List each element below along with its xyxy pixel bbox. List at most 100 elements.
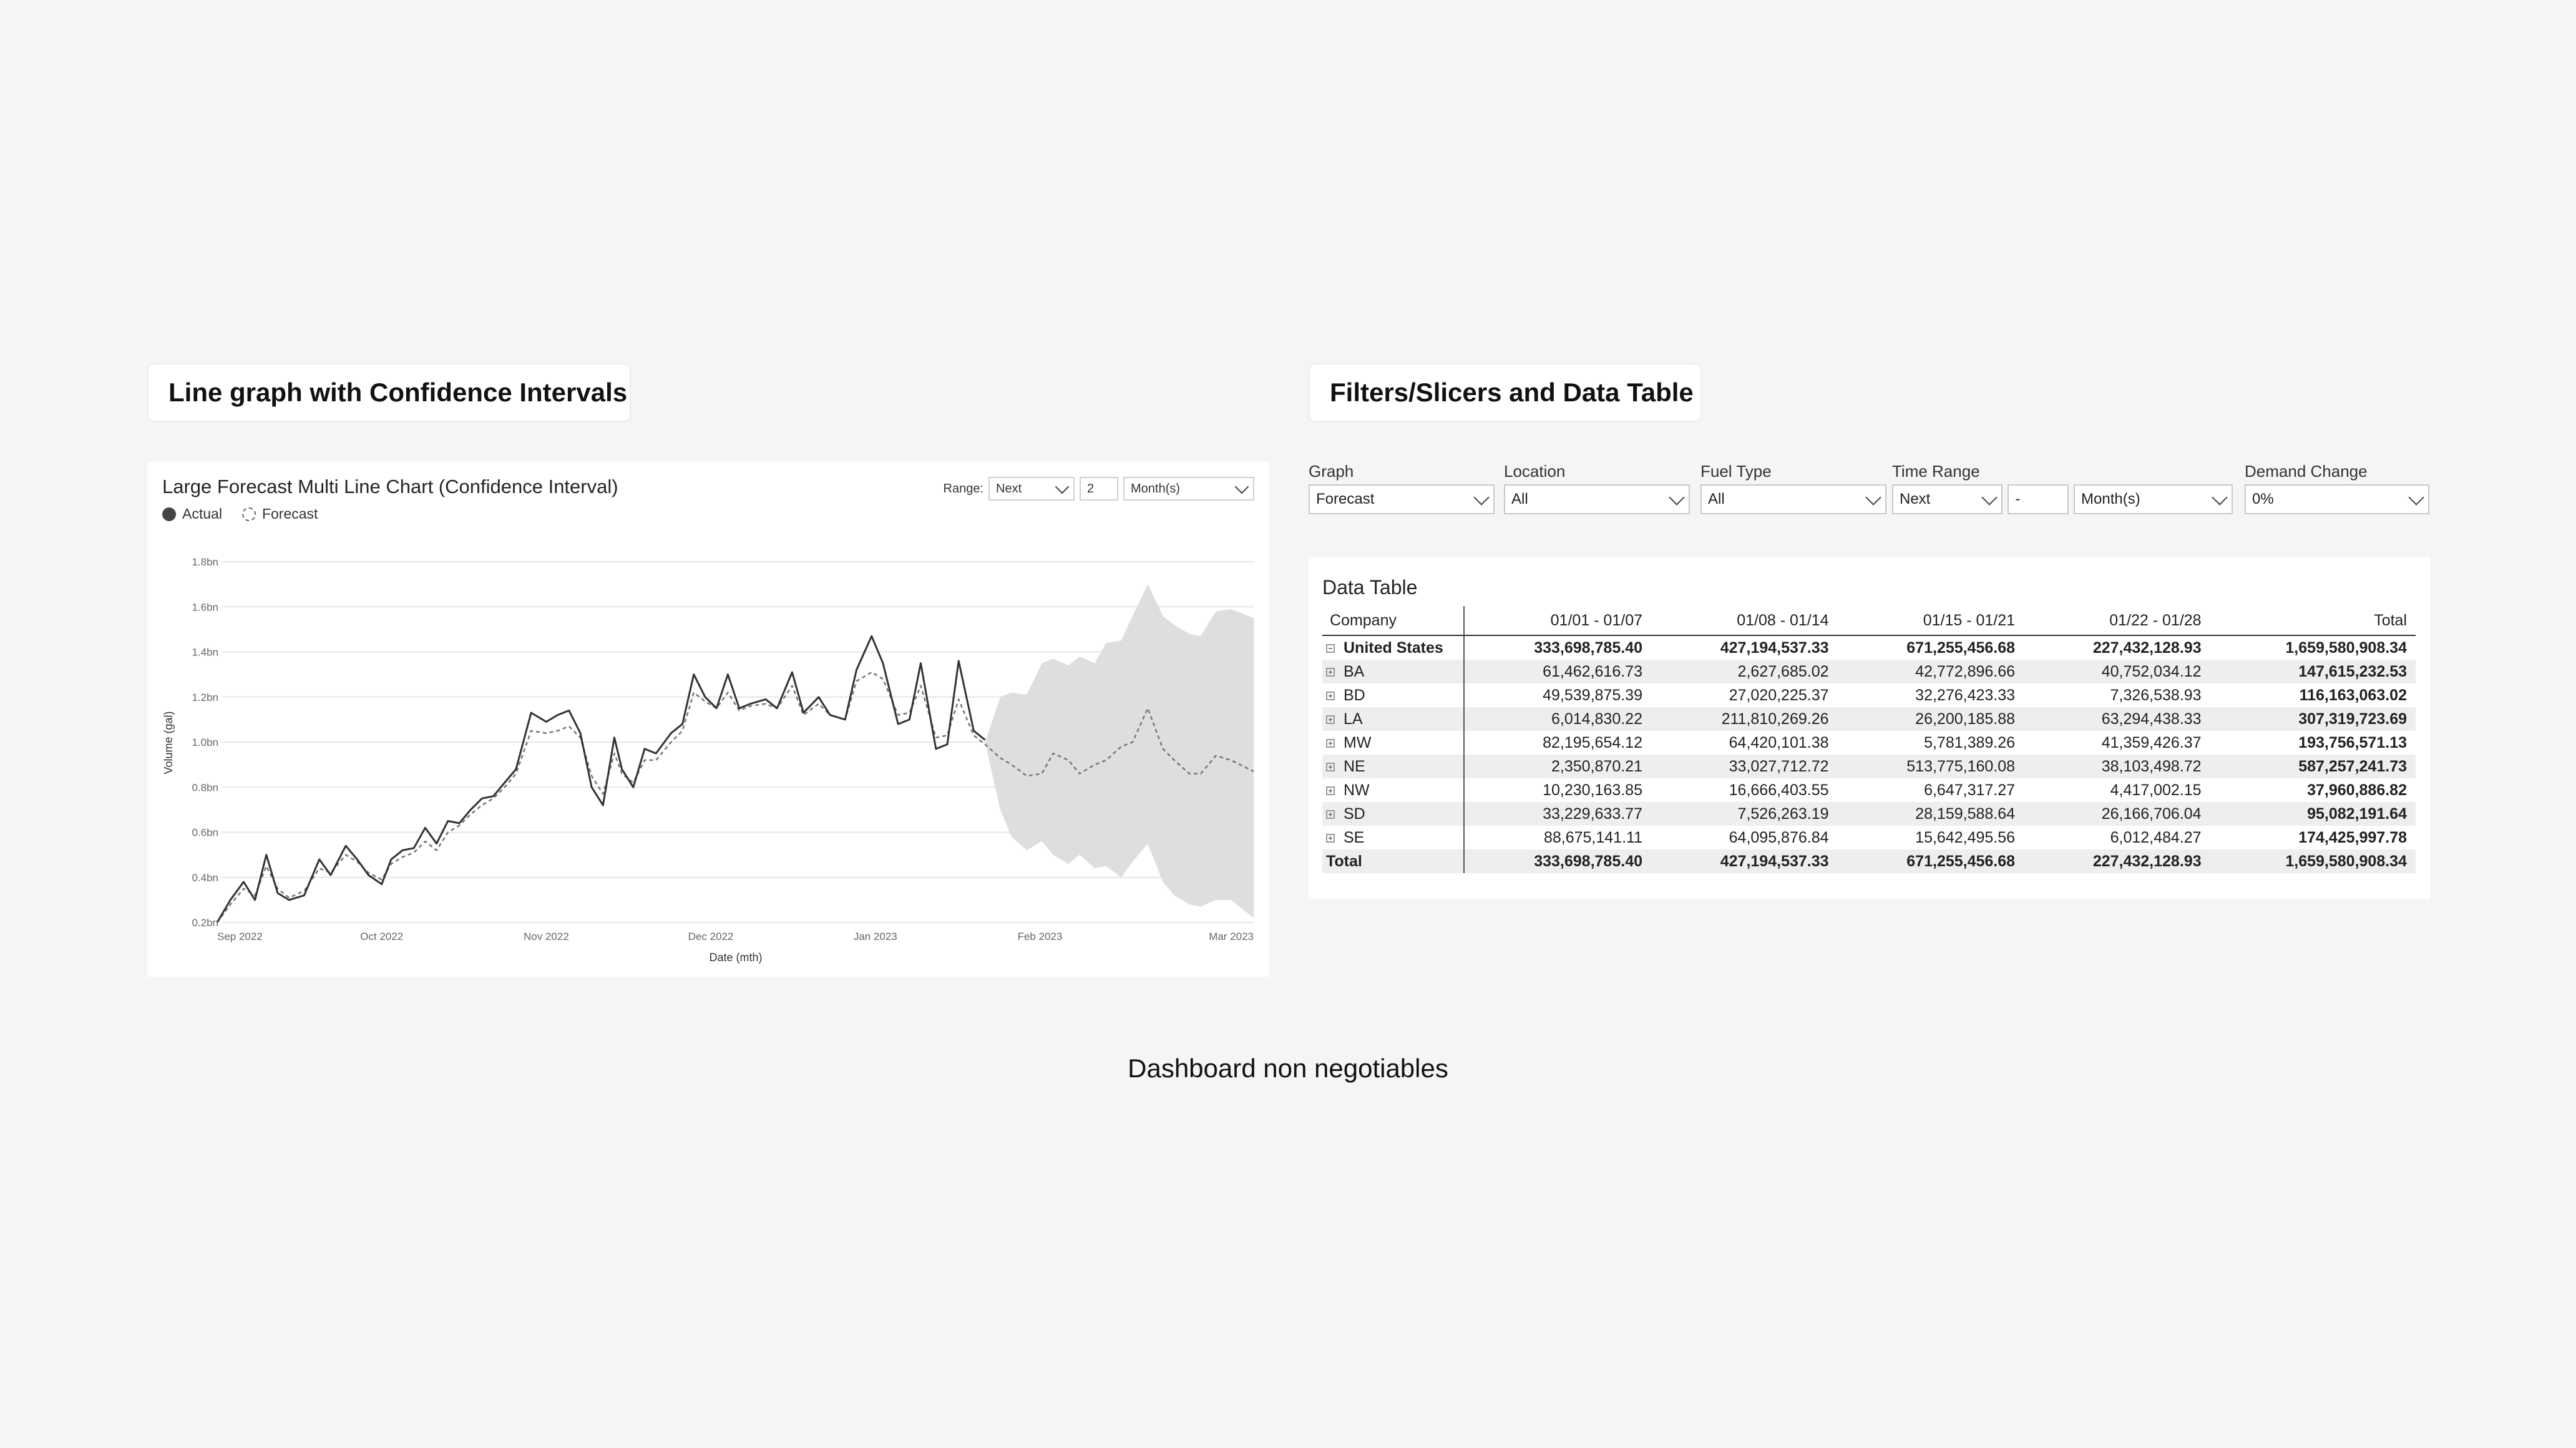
demand-change-dropdown[interactable]: 0%	[2245, 484, 2429, 514]
row-company-name: BD	[1344, 686, 1365, 704]
row-company-name: United States	[1344, 638, 1443, 657]
x-tick-label: Oct 2022	[360, 931, 403, 942]
table-row: MW 82,195,654.12 64,420,101.38 5,781,389…	[1322, 731, 2416, 755]
table-total-row: Total 333,698,785.40 427,194,537.33 671,…	[1322, 849, 2416, 873]
row-company-cell: BD	[1322, 683, 1465, 707]
series-line-actual	[216, 635, 986, 923]
range-count-input[interactable]: 2	[1080, 477, 1118, 501]
data-table-panel: Data Table Company 01/01 - 01/07 01/08 -…	[1309, 557, 2430, 899]
collapse-icon[interactable]	[1326, 643, 1335, 653]
table-cell: 15,642,495.56	[1915, 828, 2016, 846]
x-axis-label: Date (mth)	[709, 951, 762, 964]
forecast-chart-panel: 0.2bn 0.4bn 0.6bn 0.8bn 1.0bn 1.2bn 1.4bn 1.6bn…	[147, 462, 1269, 977]
row-company-name: NE	[1344, 757, 1365, 775]
forecast-line-chart: 0.2bn 0.4bn 0.6bn 0.8bn 1.0bn 1.2bn 1.4bn 1.6bn…	[162, 556, 1254, 964]
expand-icon[interactable]	[1326, 715, 1335, 724]
table-cell-total: 307,319,723.69	[2210, 707, 2416, 731]
x-tick-label: Nov 2022	[524, 931, 569, 942]
table-row: United States 333,698,785.40 427,194,537…	[1322, 635, 2416, 660]
row-company-name: MW	[1344, 733, 1372, 751]
slicer-graph-label: Graph	[1309, 462, 1354, 481]
table-cell: 333,698,785.40	[1464, 849, 1651, 873]
row-company-cell: SE	[1322, 826, 1465, 849]
table-cell: 7,326,538.93	[2110, 686, 2202, 704]
table-cell-total: 95,082,191.64	[2210, 802, 2416, 826]
time-range-count-input[interactable]: -	[2008, 484, 2069, 514]
y-tick-label: 0.6bn	[192, 827, 218, 839]
chart-legend: Actual Forecast	[162, 506, 331, 522]
x-tick-label: Jan 2023	[854, 931, 897, 942]
table-cell: 32,276,423.33	[1915, 686, 2016, 704]
column-header-week-1[interactable]: 01/01 - 01/07	[1464, 606, 1651, 636]
legend-actual-label: Actual	[182, 506, 222, 522]
column-header-week-2[interactable]: 01/08 - 01/14	[1651, 606, 1838, 636]
range-count-value: 2	[1087, 481, 1095, 496]
time-range-unit-value: Month(s)	[2081, 491, 2140, 507]
expand-icon[interactable]	[1326, 691, 1335, 700]
expand-icon[interactable]	[1326, 667, 1335, 677]
chevron-down-icon	[1669, 489, 1685, 506]
table-row: NE 2,350,870.21 33,027,712.72 513,775,16…	[1322, 755, 2416, 778]
row-company-name: BA	[1344, 662, 1365, 680]
expand-icon[interactable]	[1326, 762, 1335, 771]
column-header-week-3[interactable]: 01/15 - 01/21	[1837, 606, 2024, 636]
expand-icon[interactable]	[1326, 833, 1335, 843]
table-cell: 227,432,128.93	[2024, 849, 2210, 873]
y-tick-label: 0.2bn	[192, 917, 218, 929]
x-tick-label: Dec 2022	[688, 931, 734, 942]
column-header-total[interactable]: Total	[2210, 606, 2416, 636]
y-tick-label: 1.8bn	[192, 556, 218, 568]
y-tick-label: 1.2bn	[192, 692, 218, 703]
table-cell-total: 193,756,571.13	[2298, 733, 2407, 751]
table-row: NW 10,230,163.85 16,666,403.55 6,647,317…	[1322, 778, 2416, 802]
range-control: Range: Next 2 Month(s)	[944, 477, 1254, 501]
table-cell: 63,294,438.33	[2024, 707, 2210, 731]
table-cell-total: 147,615,232.53	[2210, 660, 2416, 683]
range-unit-dropdown[interactable]: Month(s)	[1123, 477, 1254, 501]
slicer-demand-change-label: Demand Change	[2245, 462, 2368, 481]
location-dropdown[interactable]: All	[1504, 484, 1690, 514]
x-tick-label: Feb 2023	[1018, 931, 1063, 942]
row-company-cell: LA	[1322, 707, 1465, 731]
table-cell: 671,255,456.68	[1837, 849, 2024, 873]
row-company-cell: BA	[1322, 660, 1465, 683]
table-cell: 26,200,185.88	[1837, 707, 2024, 731]
table-cell: 671,255,456.68	[1906, 638, 2016, 657]
table-cell: 33,229,633.77	[1464, 802, 1651, 826]
table-cell: 33,027,712.72	[1651, 755, 1838, 778]
table-cell: 333,698,785.40	[1534, 638, 1642, 657]
column-header-week-4[interactable]: 01/22 - 01/28	[2024, 606, 2210, 636]
slicer-graph: Graph Forecast	[1309, 462, 1495, 514]
table-cell: 61,462,616.73	[1464, 660, 1651, 683]
table-cell: 4,417,002.15	[2110, 781, 2202, 799]
table-row: BA 61,462,616.73 2,627,685.02 42,772,896…	[1322, 660, 2416, 683]
time-range-direction-dropdown[interactable]: Next	[1892, 484, 2003, 514]
slicer-fuel-type: Fuel Type All	[1700, 462, 1886, 514]
table-cell: 49,539,875.39	[1543, 686, 1642, 704]
legend-actual-marker	[162, 507, 176, 521]
table-cell: 28,159,588.64	[1837, 802, 2024, 826]
table-row: BD 49,539,875.39 27,020,225.37 32,276,42…	[1322, 683, 2416, 707]
column-header-company[interactable]: Company	[1322, 606, 1465, 636]
range-unit-value: Month(s)	[1131, 481, 1180, 496]
fuel-type-dropdown[interactable]: All	[1700, 484, 1886, 514]
x-tick-label: Sep 2022	[217, 931, 263, 942]
table-cell: 427,194,537.33	[1651, 849, 1838, 873]
expand-icon[interactable]	[1326, 786, 1335, 795]
y-tick-label: 1.4bn	[192, 647, 218, 658]
y-tick-label: 0.8bn	[192, 781, 218, 793]
table-cell: 5,781,389.26	[1924, 733, 2016, 751]
legend-forecast-marker	[242, 507, 256, 521]
chart-title: Large Forecast Multi Line Chart (Confide…	[162, 476, 618, 497]
time-range-unit-dropdown[interactable]: Month(s)	[2074, 484, 2233, 514]
graph-dropdown[interactable]: Forecast	[1309, 484, 1495, 514]
table-cell: 6,014,830.22	[1464, 707, 1651, 731]
expand-icon[interactable]	[1326, 738, 1335, 748]
range-direction-dropdown[interactable]: Next	[988, 477, 1075, 501]
chevron-down-icon	[1981, 489, 1998, 506]
table-cell: 227,432,128.93	[2092, 638, 2202, 657]
footer-caption: Dashboard non negotiables	[1128, 1054, 1448, 1083]
table-cell: 40,752,034.12	[2024, 660, 2210, 683]
expand-icon[interactable]	[1326, 810, 1335, 819]
table-cell: 38,103,498.72	[2024, 755, 2210, 778]
